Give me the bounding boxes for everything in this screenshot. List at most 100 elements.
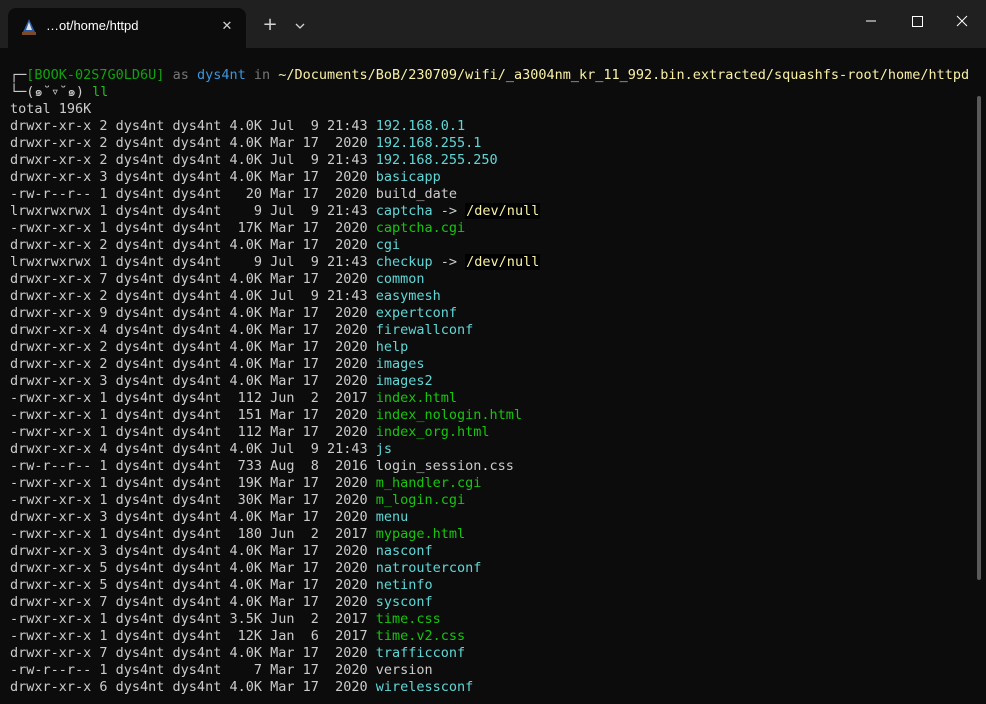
file-name: m_handler.cgi	[375, 475, 482, 491]
file-meta: drwxr-xr-x 7 dys4nt dys4nt 4.0K Mar 17 2…	[10, 645, 376, 661]
list-item: lrwxrwxrwx 1 dys4nt dys4nt 9 Jul 9 21:43…	[10, 203, 969, 220]
list-item: -rwxr-xr-x 1 dys4nt dys4nt 3.5K Jun 2 20…	[10, 611, 969, 628]
file-meta: -rwxr-xr-x 1 dys4nt dys4nt 30K Mar 17 20…	[10, 492, 376, 508]
file-meta: -rw-r--r-- 1 dys4nt dys4nt 20 Mar 17 202…	[10, 186, 376, 202]
list-item: lrwxrwxrwx 1 dys4nt dys4nt 9 Jul 9 21:43…	[10, 254, 969, 271]
file-name: natrouterconf	[375, 560, 482, 576]
file-name: common	[375, 271, 425, 287]
plus-icon[interactable]: +	[258, 14, 282, 38]
file-name: easymesh	[375, 288, 441, 304]
prompt-host: [BOOK-02S7G0LD6U]	[26, 67, 165, 83]
file-name: index_nologin.html	[375, 407, 523, 423]
total-line: total 196K	[10, 101, 92, 117]
list-item: drwxr-xr-x 2 dys4nt dys4nt 4.0K Mar 17 2…	[10, 356, 969, 373]
file-name: images2	[375, 373, 433, 389]
prompt-path: ~/Documents/BoB/230709/wifi/_a3004nm_kr_…	[278, 67, 970, 83]
file-name: 192.168.255.250	[375, 152, 498, 168]
minimize-icon[interactable]	[848, 0, 894, 44]
file-name: images	[375, 356, 425, 372]
prompt-line-2: └─(๑˘▿˘๑) ll	[10, 84, 969, 101]
prompt-command: ll	[84, 84, 109, 100]
list-item: drwxr-xr-x 2 dys4nt dys4nt 4.0K Mar 17 2…	[10, 339, 969, 356]
terminal-app-icon	[22, 19, 36, 35]
file-meta: drwxr-xr-x 2 dys4nt dys4nt 4.0K Jul 9 21…	[10, 118, 376, 134]
file-name: 192.168.255.1	[375, 135, 482, 151]
list-item: -rwxr-xr-x 1 dys4nt dys4nt 112 Jun 2 201…	[10, 390, 969, 407]
link-target: /dev/null	[465, 203, 541, 219]
file-meta: drwxr-xr-x 2 dys4nt dys4nt 4.0K Mar 17 2…	[10, 356, 376, 372]
file-meta: drwxr-xr-x 6 dys4nt dys4nt 4.0K Mar 17 2…	[10, 679, 376, 695]
file-name: basicapp	[375, 169, 441, 185]
list-item: drwxr-xr-x 9 dys4nt dys4nt 4.0K Mar 17 2…	[10, 305, 969, 322]
file-name: time.css	[375, 611, 441, 627]
file-meta: -rwxr-xr-x 1 dys4nt dys4nt 12K Jan 6 201…	[10, 628, 376, 644]
file-meta: lrwxrwxrwx 1 dys4nt dys4nt 9 Jul 9 21:43	[10, 203, 376, 219]
file-name: menu	[375, 509, 409, 525]
file-name: captcha.cgi	[375, 220, 466, 236]
file-name: login_session.css	[375, 458, 514, 474]
file-meta: drwxr-xr-x 3 dys4nt dys4nt 4.0K Mar 17 2…	[10, 509, 376, 525]
file-name: nasconf	[375, 543, 433, 559]
list-item: drwxr-xr-x 4 dys4nt dys4nt 4.0K Mar 17 2…	[10, 322, 969, 339]
list-item: -rwxr-xr-x 1 dys4nt dys4nt 12K Jan 6 201…	[10, 628, 969, 645]
list-item: drwxr-xr-x 2 dys4nt dys4nt 4.0K Jul 9 21…	[10, 288, 969, 305]
list-item: drwxr-xr-x 2 dys4nt dys4nt 4.0K Mar 17 2…	[10, 237, 969, 254]
link-arrow: ->	[432, 203, 466, 219]
file-name: version	[375, 662, 433, 678]
file-meta: -rw-r--r-- 1 dys4nt dys4nt 7 Mar 17 2020	[10, 662, 376, 678]
listing: drwxr-xr-x 2 dys4nt dys4nt 4.0K Jul 9 21…	[10, 118, 969, 696]
file-name: time.v2.css	[375, 628, 466, 644]
file-meta: drwxr-xr-x 2 dys4nt dys4nt 4.0K Jul 9 21…	[10, 288, 376, 304]
file-name: index_org.html	[375, 424, 490, 440]
close-icon[interactable]: ✕	[216, 16, 238, 38]
file-meta: lrwxrwxrwx 1 dys4nt dys4nt 9 Jul 9 21:43	[10, 254, 376, 270]
scrollbar[interactable]	[977, 96, 981, 580]
file-name: index.html	[375, 390, 458, 406]
chevron-down-icon[interactable]	[290, 14, 310, 38]
maximize-icon[interactable]	[894, 0, 940, 44]
tab-active[interactable]: …ot/home/httpd ✕	[8, 8, 246, 48]
file-meta: drwxr-xr-x 2 dys4nt dys4nt 4.0K Mar 17 2…	[10, 237, 376, 253]
file-meta: drwxr-xr-x 5 dys4nt dys4nt 4.0K Mar 17 2…	[10, 560, 376, 576]
file-meta: -rwxr-xr-x 1 dys4nt dys4nt 19K Mar 17 20…	[10, 475, 376, 491]
file-meta: drwxr-xr-x 2 dys4nt dys4nt 4.0K Jul 9 21…	[10, 152, 376, 168]
prompt-corner: ┌─	[10, 67, 27, 83]
file-name: captcha	[375, 203, 433, 219]
file-meta: drwxr-xr-x 9 dys4nt dys4nt 4.0K Mar 17 2…	[10, 305, 376, 321]
file-name: m_login.cgi	[375, 492, 466, 508]
file-meta: drwxr-xr-x 2 dys4nt dys4nt 4.0K Mar 17 2…	[10, 339, 376, 355]
list-item: -rw-r--r-- 1 dys4nt dys4nt 20 Mar 17 202…	[10, 186, 969, 203]
file-meta: drwxr-xr-x 5 dys4nt dys4nt 4.0K Mar 17 2…	[10, 577, 376, 593]
link-target: /dev/null	[465, 254, 541, 270]
list-item: drwxr-xr-x 7 dys4nt dys4nt 4.0K Mar 17 2…	[10, 594, 969, 611]
file-name: checkup	[375, 254, 433, 270]
file-name: mypage.html	[375, 526, 466, 542]
list-item: -rwxr-xr-x 1 dys4nt dys4nt 30K Mar 17 20…	[10, 492, 969, 509]
file-meta: -rwxr-xr-x 1 dys4nt dys4nt 112 Mar 17 20…	[10, 424, 376, 440]
file-name: trafficconf	[375, 645, 466, 661]
file-meta: drwxr-xr-x 7 dys4nt dys4nt 4.0K Mar 17 2…	[10, 271, 376, 287]
file-name: wirelessconf	[375, 679, 474, 695]
window-close-icon[interactable]	[940, 0, 986, 44]
title-bar: …ot/home/httpd ✕ +	[0, 0, 986, 49]
prompt-face: (๑˘▿˘๑)	[26, 84, 85, 100]
file-meta: drwxr-xr-x 3 dys4nt dys4nt 4.0K Mar 17 2…	[10, 543, 376, 559]
prompt-as: as	[164, 67, 197, 83]
file-meta: -rwxr-xr-x 1 dys4nt dys4nt 17K Mar 17 20…	[10, 220, 376, 236]
list-item: drwxr-xr-x 3 dys4nt dys4nt 4.0K Mar 17 2…	[10, 509, 969, 526]
file-name: firewallconf	[375, 322, 474, 338]
list-item: -rw-r--r-- 1 dys4nt dys4nt 7 Mar 17 2020…	[10, 662, 969, 679]
file-name: help	[375, 339, 409, 355]
list-item: drwxr-xr-x 2 dys4nt dys4nt 4.0K Jul 9 21…	[10, 118, 969, 135]
file-meta: drwxr-xr-x 4 dys4nt dys4nt 4.0K Mar 17 2…	[10, 322, 376, 338]
terminal-output[interactable]: ┌─[BOOK-02S7G0LD6U] as dys4nt in ~/Docum…	[0, 48, 986, 704]
file-name: cgi	[375, 237, 401, 253]
file-meta: drwxr-xr-x 7 dys4nt dys4nt 4.0K Mar 17 2…	[10, 594, 376, 610]
list-item: drwxr-xr-x 2 dys4nt dys4nt 4.0K Jul 9 21…	[10, 152, 969, 169]
file-meta: -rwxr-xr-x 1 dys4nt dys4nt 112 Jun 2 201…	[10, 390, 376, 406]
file-meta: drwxr-xr-x 4 dys4nt dys4nt 4.0K Jul 9 21…	[10, 441, 376, 457]
list-item: drwxr-xr-x 5 dys4nt dys4nt 4.0K Mar 17 2…	[10, 560, 969, 577]
list-item: -rwxr-xr-x 1 dys4nt dys4nt 112 Mar 17 20…	[10, 424, 969, 441]
list-item: drwxr-xr-x 3 dys4nt dys4nt 4.0K Mar 17 2…	[10, 543, 969, 560]
list-item: -rw-r--r-- 1 dys4nt dys4nt 733 Aug 8 201…	[10, 458, 969, 475]
